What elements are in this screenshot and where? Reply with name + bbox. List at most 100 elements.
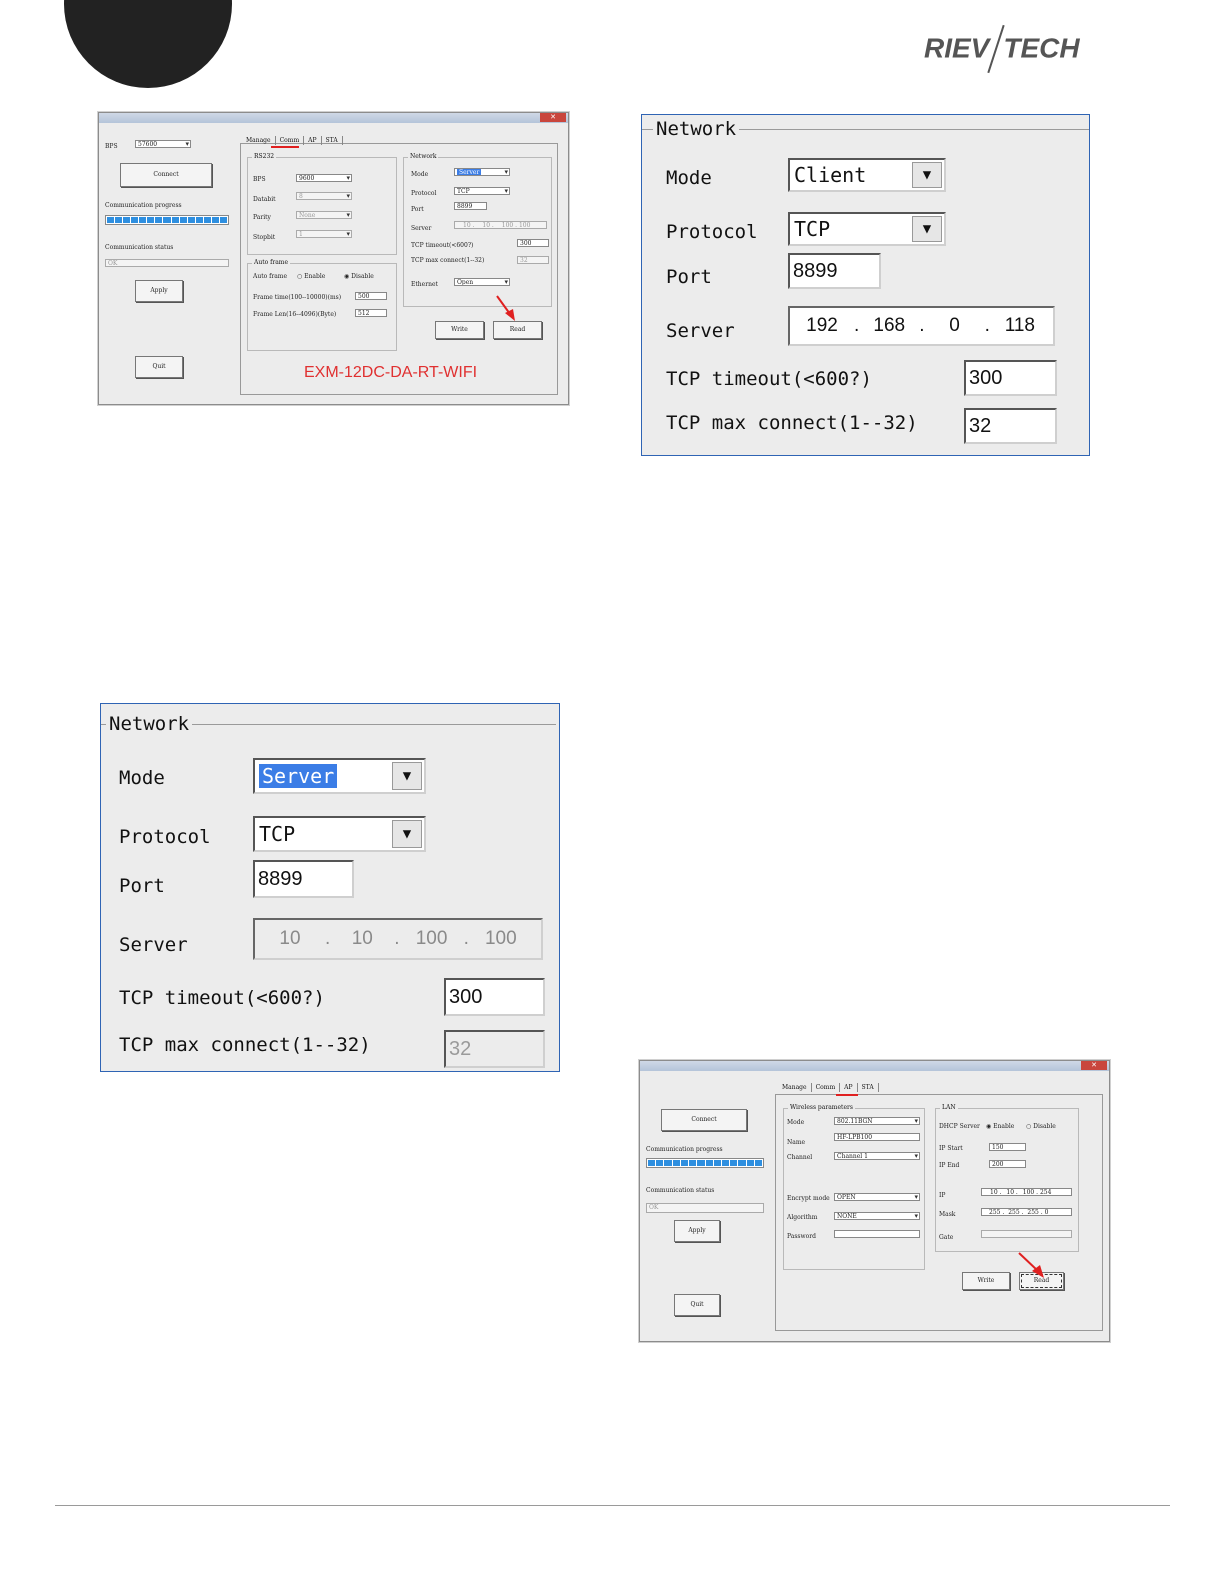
ethernet-label: Ethernet	[411, 281, 438, 288]
tab-ap[interactable]: AP	[304, 136, 322, 145]
auto-frame-title: Auto frame	[252, 259, 291, 266]
close-icon[interactable]: ✕	[540, 113, 566, 122]
rs232-bps-value: 9600	[299, 175, 315, 182]
mask-input[interactable]: 255 . 255 . 255 . 0	[981, 1208, 1072, 1216]
header-circle-decoration	[64, 0, 232, 88]
close-icon[interactable]: ✕	[1081, 1061, 1107, 1070]
port-input[interactable]: 8899	[253, 860, 354, 898]
write-button[interactable]: Write	[435, 321, 484, 339]
connect-button[interactable]: Connect	[661, 1109, 747, 1131]
protocol-label: Protocol	[119, 826, 211, 848]
parity-value: None	[299, 212, 316, 219]
maxconn-input[interactable]: 32	[964, 408, 1057, 444]
tab-comm[interactable]: Comm	[812, 1083, 841, 1092]
protocol-label: Protocol	[666, 221, 758, 243]
disable-radio-label: Disable	[351, 273, 374, 280]
port-label: Port	[411, 206, 424, 213]
mask-octet-3: 255	[1027, 1209, 1039, 1216]
dhcp-enable-radio[interactable]: ◉ Enable	[986, 1123, 1014, 1130]
chevron-down-icon[interactable]: ▼	[912, 216, 942, 242]
connect-button[interactable]: Connect	[120, 163, 212, 187]
parity-select[interactable]: None	[296, 211, 352, 219]
algorithm-select[interactable]: NONE	[834, 1212, 920, 1220]
mask-label: Mask	[939, 1211, 956, 1218]
wifi-name-input[interactable]: HF-LPB100	[834, 1133, 920, 1141]
timeout-input[interactable]: 300	[517, 239, 549, 247]
stopbit-select[interactable]: 1	[296, 230, 352, 238]
rievtech-logo: RIEV TECH	[924, 28, 1080, 72]
tab-ap[interactable]: AP	[840, 1083, 858, 1092]
mode-select[interactable]: Server	[454, 168, 510, 176]
apply-button[interactable]: Apply	[135, 280, 183, 302]
password-input[interactable]	[834, 1230, 920, 1238]
databit-label: Databit	[253, 196, 276, 203]
gate-input[interactable]	[981, 1230, 1072, 1238]
status-field: OK	[646, 1203, 764, 1213]
mode-select[interactable]: Client ▼	[788, 158, 946, 192]
enable-radio-label: Enable	[304, 273, 326, 280]
chevron-down-icon[interactable]: ▼	[912, 162, 942, 188]
quit-button[interactable]: Quit	[135, 356, 183, 378]
rs232-title: RS232	[252, 153, 277, 160]
mode-label: Mode	[119, 767, 165, 789]
protocol-select[interactable]: TCP ▼	[253, 816, 426, 852]
tab-manage[interactable]: Manage	[778, 1083, 812, 1092]
apply-button[interactable]: Apply	[674, 1220, 720, 1242]
tab-comm[interactable]: Comm	[276, 136, 305, 145]
protocol-label: Protocol	[411, 190, 437, 197]
timeout-input[interactable]: 300	[964, 360, 1057, 396]
wifi-name-label: Name	[787, 1139, 806, 1146]
write-button[interactable]: Write	[962, 1272, 1010, 1290]
quit-button[interactable]: Quit	[674, 1294, 720, 1316]
read-button[interactable]: Read	[493, 321, 542, 339]
tab-sta[interactable]: STA	[322, 136, 343, 145]
lan-ip-octet-4: 254	[1039, 1189, 1052, 1196]
stopbit-value: 1	[299, 231, 303, 238]
port-input[interactable]: 8899	[788, 253, 881, 289]
maxconn-label: TCP max connect(1--32)	[666, 412, 918, 434]
port-input[interactable]: 8899	[454, 202, 487, 210]
mode-label: Mode	[411, 171, 429, 178]
footer-rule	[55, 1505, 1170, 1506]
server-ip-octet-1: 10	[463, 222, 471, 229]
frame-len-input[interactable]: 512	[355, 309, 387, 317]
server-ip-input[interactable]: 192. 168. 0. 118	[788, 306, 1055, 346]
dhcp-disable-radio[interactable]: ○ Disable	[1026, 1123, 1056, 1130]
mode-select[interactable]: Server ▼	[253, 758, 426, 794]
dhcp-enable-label: Enable	[993, 1123, 1015, 1130]
rs232-bps-select[interactable]: 9600	[296, 174, 352, 182]
server-ip-input[interactable]: 10 . 10 . 100 . 100	[454, 221, 547, 229]
protocol-select[interactable]: TCP ▼	[788, 212, 946, 246]
mask-octet-4: 0	[1044, 1209, 1049, 1216]
enable-radio[interactable]: ○ Enable	[297, 273, 325, 280]
ip-end-input[interactable]: 200	[989, 1160, 1026, 1168]
lan-ip-input[interactable]: 10 . 10 . 100 . 254	[981, 1188, 1072, 1196]
maxconn-input[interactable]: 32	[444, 1030, 545, 1068]
chevron-down-icon[interactable]: ▼	[392, 762, 422, 790]
bps-label: BPS	[105, 143, 118, 150]
maxconn-input[interactable]: 32	[517, 256, 549, 264]
timeout-input[interactable]: 300	[444, 978, 545, 1016]
ethernet-select[interactable]: Open	[454, 278, 510, 286]
encrypt-select[interactable]: OPEN	[834, 1193, 920, 1201]
wifi-mode-select[interactable]: 802.11BGN	[834, 1117, 920, 1125]
databit-select[interactable]: 8	[296, 192, 352, 200]
maxconn-label: TCP max connect(1--32)	[411, 257, 485, 264]
chevron-down-icon[interactable]: ▼	[392, 820, 422, 848]
disable-radio[interactable]: ◉ Disable	[344, 273, 374, 280]
server-ip-input[interactable]: 10. 10. 100. 100	[253, 918, 543, 960]
frame-time-input[interactable]: 500	[355, 292, 387, 300]
server-ip-octet-1: 192	[806, 315, 838, 336]
server-ip-octet-3: 0	[949, 315, 960, 336]
model-caption: EXM-12DC-DA-RT-WIFI	[304, 364, 478, 381]
bps-select[interactable]: 57600	[135, 140, 191, 148]
ip-start-input[interactable]: 150	[989, 1143, 1026, 1151]
tab-sta[interactable]: STA	[858, 1083, 879, 1092]
server-ip-octet-2: 10	[482, 222, 491, 229]
tab-manage[interactable]: Manage	[242, 136, 276, 145]
lan-ip-octet-3: 100	[1022, 1189, 1035, 1196]
server-ip-octet-4: 100	[484, 928, 517, 949]
channel-select[interactable]: Channel 1	[834, 1152, 920, 1160]
bps-select-value: 57600	[138, 141, 158, 148]
protocol-select[interactable]: TCP	[454, 187, 510, 195]
